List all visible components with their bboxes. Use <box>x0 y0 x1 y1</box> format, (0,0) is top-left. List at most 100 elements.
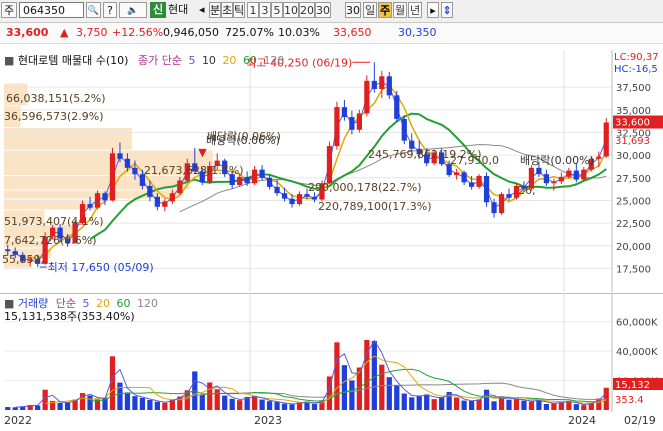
candle-body[interactable] <box>296 194 303 205</box>
candle-body[interactable] <box>326 146 333 184</box>
count-select[interactable]: 30 <box>345 2 361 18</box>
volume-bar[interactable] <box>311 403 318 410</box>
candle-body[interactable] <box>124 158 131 168</box>
volume-bar[interactable] <box>199 394 205 410</box>
candle-body[interactable] <box>304 194 310 197</box>
volume-bar[interactable] <box>124 393 131 410</box>
period-button-20[interactable]: 20 <box>299 2 315 18</box>
end-icon[interactable]: ▸ <box>427 2 439 18</box>
candle-body[interactable] <box>132 167 138 175</box>
price-chart-svg[interactable]: 37,50035,00032,50030,00027,50025,00022,5… <box>0 50 663 292</box>
view-button-3[interactable]: 년 <box>408 2 422 18</box>
volume-bar[interactable] <box>237 400 243 410</box>
candle-body[interactable] <box>169 193 175 202</box>
volume-bar[interactable] <box>281 403 288 410</box>
code-input[interactable]: 064350 <box>19 2 84 18</box>
volume-bar[interactable] <box>439 397 445 410</box>
candle-body[interactable] <box>536 167 542 175</box>
volume-bar[interactable] <box>132 396 138 410</box>
volume-bar[interactable] <box>409 397 415 410</box>
volume-bar[interactable] <box>117 382 123 410</box>
volume-bar[interactable] <box>558 402 564 410</box>
market-select[interactable]: 주 <box>1 2 17 18</box>
volume-bar[interactable] <box>35 405 41 410</box>
candle-body[interactable] <box>379 76 385 89</box>
candle-body[interactable] <box>498 194 505 214</box>
candle-body[interactable] <box>551 181 557 184</box>
period-button-30[interactable]: 30 <box>315 2 331 18</box>
view-button-2[interactable]: 월 <box>393 2 407 18</box>
volume-bar[interactable] <box>154 401 160 410</box>
view-button-1[interactable]: 주 <box>378 2 392 18</box>
candle-body[interactable] <box>581 169 587 180</box>
candle-body[interactable] <box>506 194 512 198</box>
volume-bar[interactable] <box>581 405 587 410</box>
help-icon[interactable]: ? <box>103 2 117 18</box>
volume-bar[interactable] <box>274 402 280 410</box>
volume-bar[interactable] <box>139 397 146 410</box>
candle-body[interactable] <box>252 169 258 184</box>
candle-body[interactable] <box>266 177 273 187</box>
prev-icon[interactable]: ◂ <box>199 2 209 18</box>
candle-body[interactable] <box>566 170 572 177</box>
candle-body[interactable] <box>371 80 377 89</box>
volume-bar[interactable] <box>341 365 348 410</box>
volume-bar[interactable] <box>12 407 18 410</box>
candle-body[interactable] <box>603 122 609 157</box>
volume-bar[interactable] <box>424 394 430 410</box>
volume-bar[interactable] <box>543 403 550 410</box>
volume-bar[interactable] <box>506 399 512 410</box>
candle-body[interactable] <box>177 180 183 194</box>
candle-body[interactable] <box>237 176 243 186</box>
volume-bar[interactable] <box>207 382 213 410</box>
volume-bar[interactable] <box>476 399 482 410</box>
volume-bar[interactable] <box>468 401 475 410</box>
volume-bar[interactable] <box>222 395 228 410</box>
candle-body[interactable] <box>386 76 392 96</box>
volume-bar[interactable] <box>252 395 258 410</box>
candle-body[interactable] <box>543 174 550 184</box>
period-button-5[interactable]: 5 <box>271 2 283 18</box>
volume-bar[interactable] <box>431 399 437 410</box>
volume-bar[interactable] <box>386 377 392 410</box>
volume-bar[interactable] <box>573 404 579 410</box>
volume-bar[interactable] <box>416 395 422 410</box>
candle-body[interactable] <box>154 196 160 207</box>
volume-bar[interactable] <box>513 398 520 410</box>
candle-body[interactable] <box>311 196 318 200</box>
candle-body[interactable] <box>476 175 482 187</box>
volume-bar[interactable] <box>64 402 71 410</box>
candle-body[interactable] <box>341 107 348 118</box>
candle-body[interactable] <box>147 185 153 197</box>
volume-bar[interactable] <box>266 401 273 410</box>
candle-body[interactable] <box>454 172 460 176</box>
volume-bar[interactable] <box>461 400 467 410</box>
volume-bar[interactable] <box>521 400 527 410</box>
volume-bar[interactable] <box>454 397 460 410</box>
volume-bar[interactable] <box>528 401 535 410</box>
sound-icon[interactable]: 🔈 <box>119 2 147 18</box>
volume-bar[interactable] <box>259 399 265 410</box>
candle-body[interactable] <box>109 153 116 201</box>
candle-body[interactable] <box>274 186 280 194</box>
candle-body[interactable] <box>461 172 467 183</box>
candle-body[interactable] <box>401 118 407 141</box>
minute-button[interactable]: 분 <box>209 2 221 18</box>
second-button[interactable]: 초 <box>221 2 233 18</box>
volume-bar[interactable] <box>214 389 220 410</box>
volume-bar[interactable] <box>379 364 385 410</box>
view-button-0[interactable]: 일 <box>363 2 377 18</box>
candle-body[interactable] <box>349 117 355 130</box>
candle-body[interactable] <box>364 80 370 114</box>
candle-body[interactable] <box>5 249 11 252</box>
scroll-updown-icon[interactable]: ⇕ <box>441 2 453 18</box>
volume-bar[interactable] <box>57 402 63 410</box>
volume-bar[interactable] <box>289 404 295 410</box>
volume-bar[interactable] <box>483 389 490 410</box>
candle-body[interactable] <box>334 107 340 147</box>
candle-body[interactable] <box>596 156 602 159</box>
candle-body[interactable] <box>491 202 497 214</box>
candle-body[interactable] <box>259 169 265 178</box>
candle-body[interactable] <box>394 95 400 119</box>
volume-bar[interactable] <box>147 399 153 410</box>
